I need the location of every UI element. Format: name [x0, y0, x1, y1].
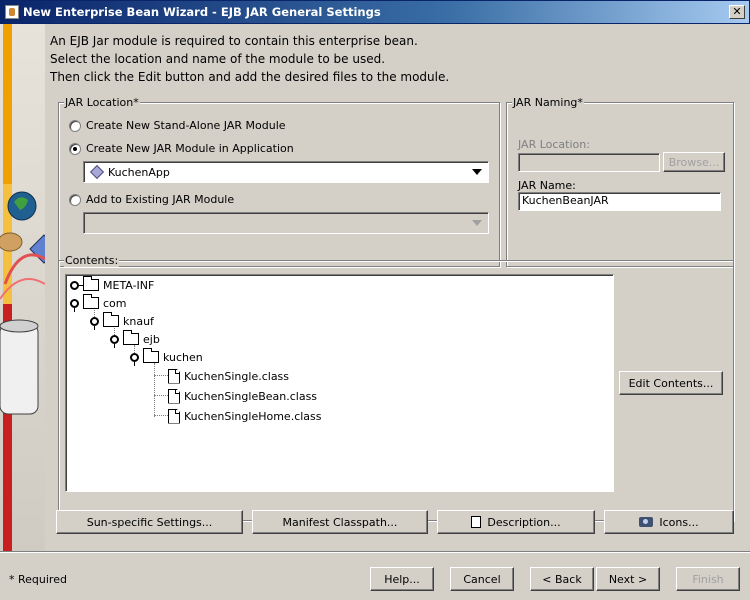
folder-icon [103, 312, 119, 327]
browse-button[interactable]: Browse... [663, 152, 725, 172]
back-button[interactable]: < Back [530, 567, 594, 591]
sun-specific-settings-button[interactable]: Sun-specific Settings... [56, 510, 243, 534]
wizard-footer: * Required Help... Cancel < Back Next > … [0, 551, 750, 600]
next-button[interactable]: Next > [596, 567, 660, 591]
tree-item-meta-inf[interactable]: META-INF [70, 275, 154, 295]
tree-item-ejb[interactable]: ejb [110, 329, 160, 349]
icons-button-label: Icons... [659, 515, 699, 529]
icons-button[interactable]: Icons... [604, 510, 734, 534]
jar-location-group: JAR Location* Create New Stand-Alone JAR… [58, 96, 500, 267]
close-button[interactable]: ✕ [729, 5, 745, 19]
file-icon [168, 388, 180, 404]
tree-item-label: KuchenSingleHome.class [184, 409, 322, 423]
application-combo-value: KuchenApp [108, 165, 170, 179]
wizard-illustration [0, 24, 45, 551]
intro-line-3: Then click the Edit button and add the d… [50, 70, 450, 84]
collapsed-handle-icon[interactable] [70, 280, 84, 290]
intro-text: An EJB Jar module is required to contain… [50, 32, 449, 86]
finish-button[interactable]: Finish [676, 567, 740, 591]
java-cup-icon [5, 5, 19, 19]
tree-item-kuchen-single[interactable]: KuchenSingle.class [168, 366, 289, 386]
tree-item-label: META-INF [103, 278, 155, 292]
folder-icon [83, 276, 99, 291]
jar-name-label: JAR Name: [518, 179, 576, 192]
tree-item-knauf[interactable]: knauf [90, 311, 154, 331]
expanded-handle-icon[interactable] [70, 298, 79, 312]
application-combo[interactable]: KuchenApp [83, 161, 489, 183]
tree-item-com[interactable]: com [70, 293, 127, 313]
required-note: * Required [9, 573, 67, 586]
radio-existing[interactable]: Add to Existing JAR Module [69, 193, 234, 206]
title-bar: New Enterprise Bean Wizard - EJB JAR Gen… [0, 0, 750, 24]
window-title: New Enterprise Bean Wizard - EJB JAR Gen… [23, 5, 381, 19]
radio-standalone[interactable]: Create New Stand-Alone JAR Module [69, 119, 286, 132]
radio-in-application[interactable]: Create New JAR Module in Application [69, 142, 294, 155]
tree-item-label: kuchen [163, 350, 203, 364]
tree-item-kuchen-single-bean[interactable]: KuchenSingleBean.class [168, 386, 317, 406]
wizard-side-graphic [0, 24, 45, 551]
tree-item-label: knauf [123, 314, 154, 328]
radio-existing-indicator[interactable] [69, 193, 81, 206]
radio-existing-label: Add to Existing JAR Module [86, 193, 235, 206]
file-icon [168, 408, 180, 424]
existing-jar-combo[interactable] [83, 212, 489, 234]
jar-location-field[interactable] [518, 153, 660, 172]
tree-item-label: KuchenSingleBean.class [184, 389, 318, 403]
jar-name-field[interactable]: KuchenBeanJAR [518, 192, 721, 211]
help-button[interactable]: Help... [370, 567, 434, 591]
jar-naming-group: JAR Naming* JAR Location: Browse... JAR … [506, 96, 734, 267]
chevron-down-icon[interactable] [472, 169, 482, 175]
jar-location-legend: JAR Location* [64, 96, 140, 109]
contents-legend: Contents: [64, 254, 120, 267]
radio-standalone-indicator[interactable] [69, 119, 81, 132]
page-icon [471, 516, 482, 528]
tree-item-kuchen[interactable]: kuchen [130, 347, 203, 367]
tree-item-label: com [103, 296, 127, 310]
contents-group: Contents: META-INF com knauf ejb kuchen … [58, 254, 734, 521]
jar-location-label: JAR Location: [518, 138, 590, 151]
folder-icon [123, 330, 139, 345]
radio-in-application-label: Create New JAR Module in Application [86, 142, 294, 155]
diamond-icon [89, 164, 105, 180]
manifest-classpath-button[interactable]: Manifest Classpath... [252, 510, 428, 534]
folder-icon [83, 294, 99, 309]
intro-line-2: Select the location and name of the modu… [50, 52, 386, 66]
jar-naming-legend: JAR Naming* [512, 96, 584, 109]
edit-contents-button[interactable]: Edit Contents... [619, 371, 723, 395]
expanded-handle-icon[interactable] [110, 334, 119, 348]
description-button[interactable]: Description... [437, 510, 595, 534]
radio-standalone-label: Create New Stand-Alone JAR Module [86, 119, 286, 132]
intro-line-1: An EJB Jar module is required to contain… [50, 34, 418, 48]
radio-in-application-indicator[interactable] [69, 142, 81, 155]
description-button-label: Description... [487, 515, 561, 529]
contents-tree[interactable]: META-INF com knauf ejb kuchen KuchenSing… [65, 274, 614, 492]
folder-icon [143, 348, 159, 363]
tree-item-label: ejb [143, 332, 160, 346]
expanded-handle-icon[interactable] [130, 352, 139, 366]
camera-icon [639, 517, 654, 527]
tree-item-kuchen-single-home[interactable]: KuchenSingleHome.class [168, 406, 322, 426]
tree-item-label: KuchenSingle.class [184, 369, 290, 383]
chevron-down-icon[interactable] [472, 220, 482, 226]
cancel-button[interactable]: Cancel [450, 567, 514, 591]
file-icon [168, 368, 180, 384]
wizard-content: An EJB Jar module is required to contain… [46, 24, 750, 551]
expanded-handle-icon[interactable] [90, 316, 99, 330]
